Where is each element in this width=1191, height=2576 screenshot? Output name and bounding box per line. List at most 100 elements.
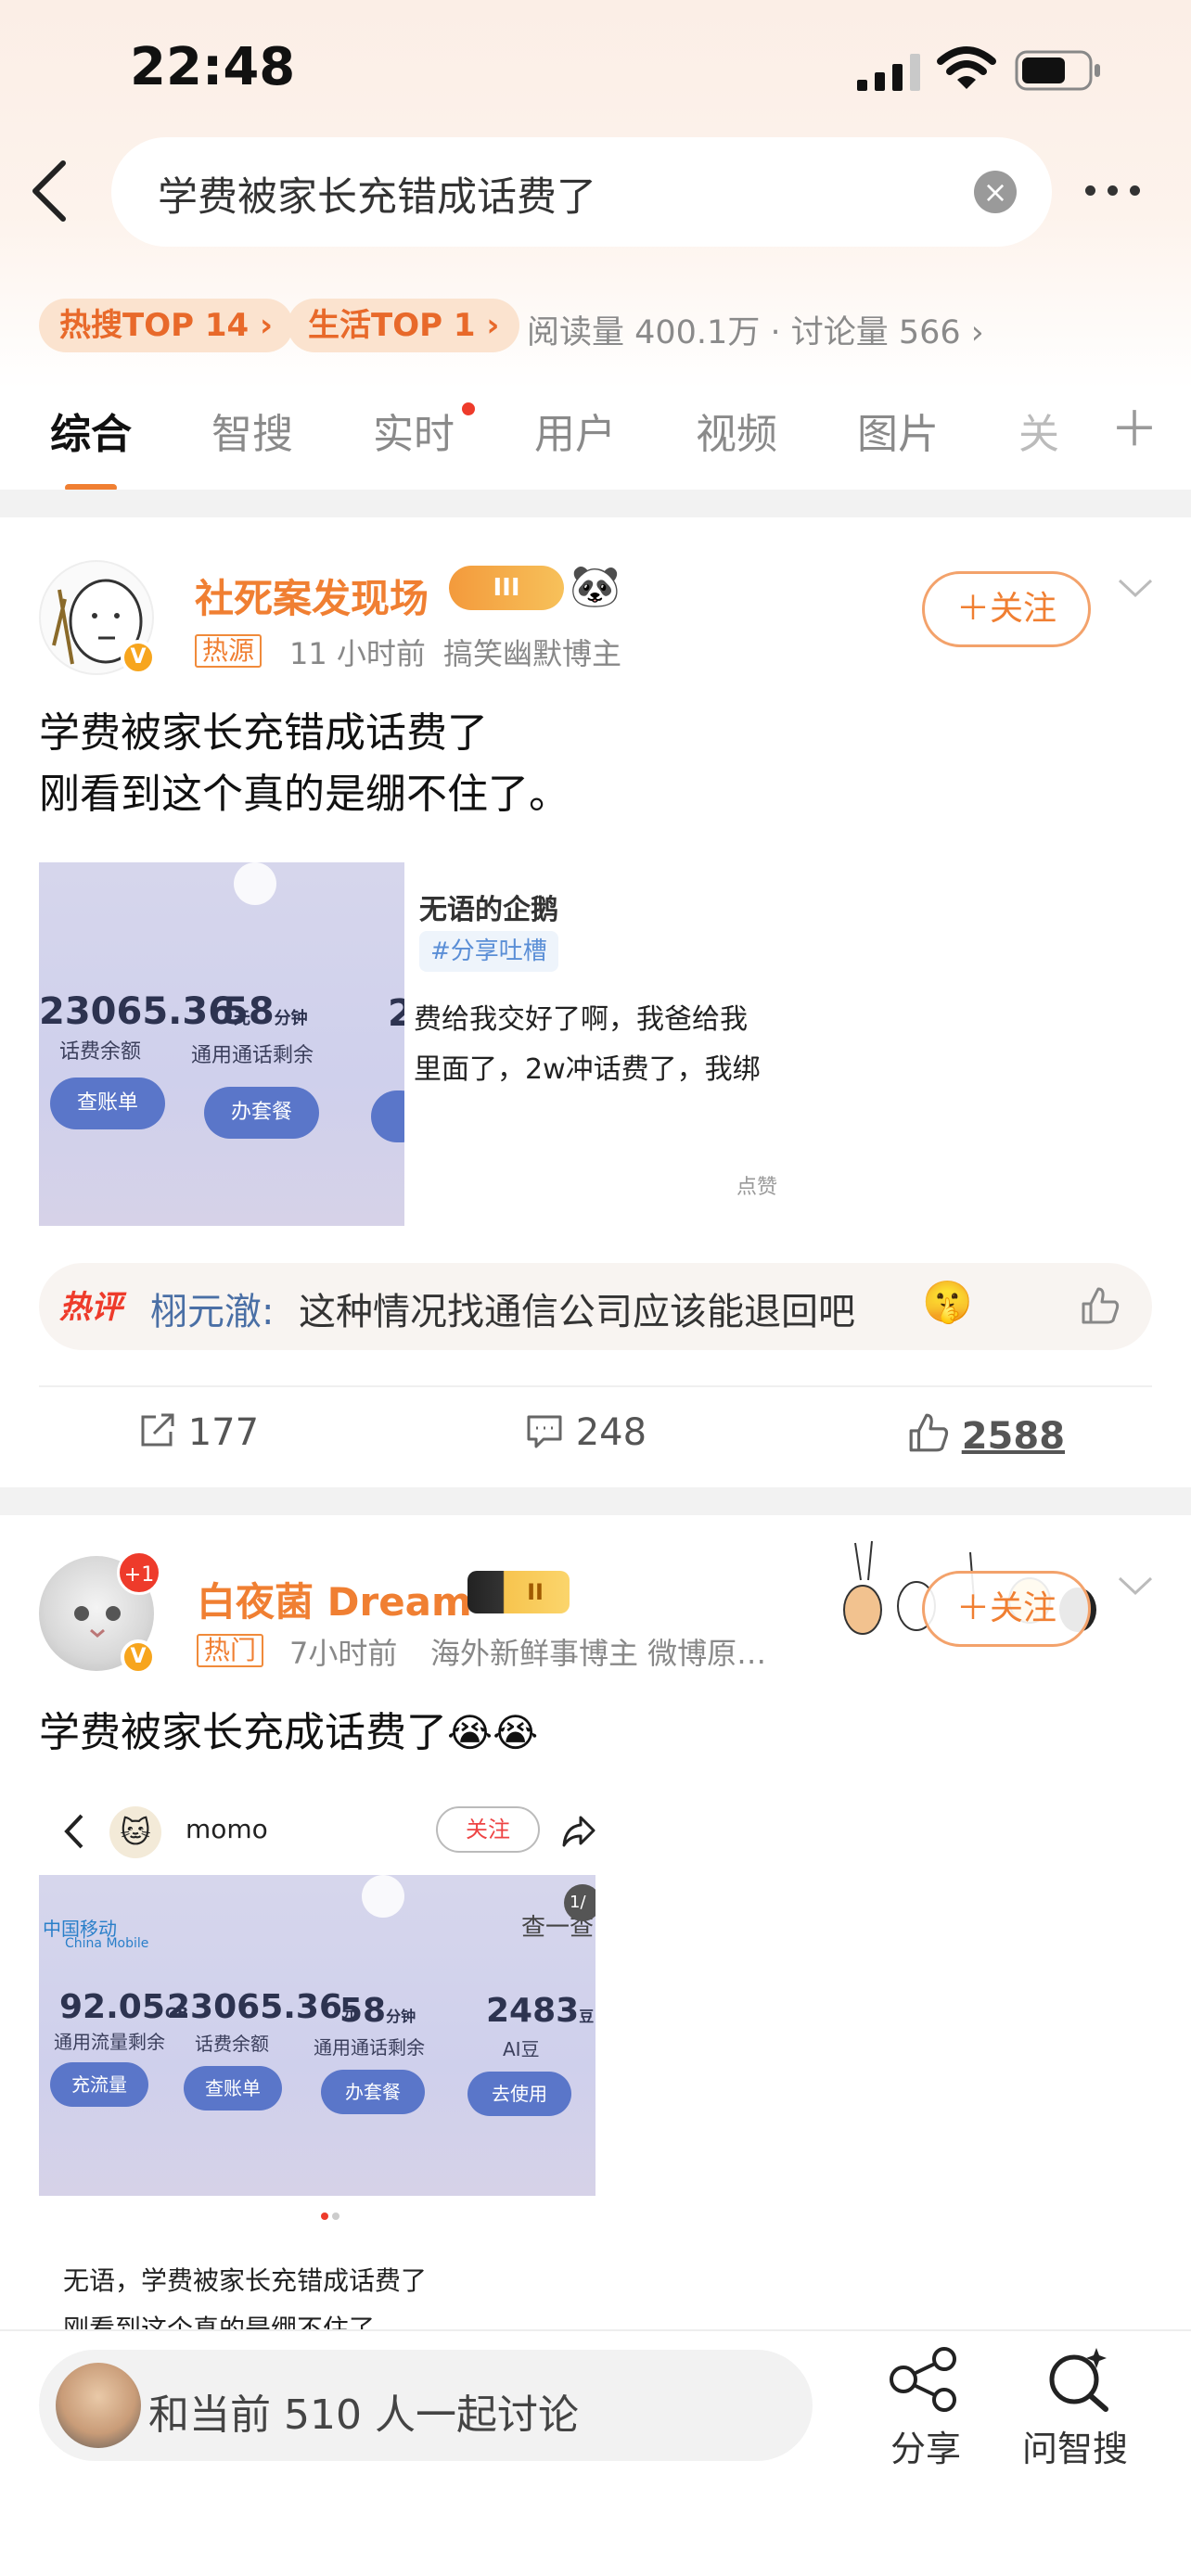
search-query[interactable]: 学费被家长充错成话费了 [158,165,596,223]
share-icon [141,1413,174,1447]
crown-level-badge-icon: II [467,1571,570,1613]
ask-label[interactable]: 问智搜 [1022,2420,1128,2471]
hot-comment-text: 这种情况找通信公司应该能退回吧 [299,1291,855,1333]
light-glare [234,862,276,905]
embedded-user-name: momo [186,1814,268,1844]
read-discuss-stats[interactable]: 阅读量 400.1万 · 讨论量 566 › [527,306,984,353]
stats-text: 阅读量 400.1万 · 讨论量 566 [527,314,961,351]
hot-comment-badge: 热评 [59,1289,122,1326]
hot-comment-bar[interactable]: 热评 栩元澈: 这种情况找通信公司应该能退回吧 🤫 [39,1263,1152,1350]
clear-search-icon[interactable]: × [974,171,1017,213]
share-nodes-icon[interactable] [887,2346,965,2413]
img1-minutes-label: 通用通话剩余 [191,1044,314,1067]
img1-plan-button: 办套餐 [204,1087,319,1139]
verified-badge-icon: V [121,640,156,675]
img1-balance-label: 话费余额 [59,1040,142,1064]
add-tab-icon[interactable]: ＋ [1110,406,1159,454]
smart-search-icon[interactable] [1043,2344,1113,2415]
section-divider [0,490,1191,517]
post2-text: 学费被家长充成话费了😭😭 [39,1709,539,1756]
level-badge-icon: III [449,566,564,610]
img2-btn-use: 去使用 [467,2072,571,2116]
img2-carrier-en: China Mobile [65,1936,149,1951]
discuss-placeholder: 和当前 510 人一起讨论 [148,2391,579,2439]
post1-time: 11 小时前 [289,636,426,671]
img2-btn-bill: 查账单 [184,2066,282,2111]
hot-search-rank-badge[interactable]: 热搜TOP 14 › [39,299,294,352]
tab-realtime[interactable]: 实时 [373,401,455,460]
img1-balance: 23065.36元 [39,990,251,1033]
status-time: 22:48 [130,37,296,97]
wifi-icon [937,46,996,89]
img2-minutes-label: 通用通话剩余 [314,2036,425,2059]
post2-time: 7小时前 [289,1636,398,1671]
post2-author[interactable]: 白夜菌 Dream [197,1571,472,1627]
life-rank-label: 生活TOP 1 [308,307,476,344]
post1-image[interactable]: 23065.36元 话费余额 58分钟 通用通话剩余 2 查账单 办套餐 [39,862,404,1226]
panda-icon: 🐼 [570,563,621,610]
section-divider-2 [0,1487,1191,1515]
embedded-follow-label: 关注 [436,1806,540,1853]
img2-beans-label: AI豆 [503,2038,540,2060]
post1-text-line1: 学费被家长充错成话费了 [39,709,488,757]
battery-icon [1015,50,1100,91]
post2-hot-tag: 热门 [197,1634,264,1667]
img2-balance: 23065.36元 [167,1988,358,2026]
post1-share-action[interactable]: 177 [137,1411,259,1454]
img1-partial: 2 [388,992,404,1035]
quote-user: 无语的企鹅 [419,894,558,926]
embedded-share-icon [562,1816,596,1847]
post2-image[interactable]: 中国移动 China Mobile 查一查 1/ 92.05GB 通用流量剩余 … [39,1875,596,2196]
quote-line2: 里面了，2w冲话费了，我绑 [414,1053,761,1086]
img2-minutes: 58分钟 [339,1992,416,2030]
like-icon [909,1413,949,1452]
discuss-input[interactable]: 和当前 510 人一起讨论 [39,2350,813,2461]
img2-btn-plan: 办套餐 [321,2070,425,2114]
post1-author[interactable]: 社死案发现场 [195,567,429,624]
weibo-search-page: 22:48 学费被家长充错成话费了 × 热搜TOP 14 › 生活TOP 1 ›… [0,0,1191,2576]
search-box[interactable]: 学费被家长充错成话费了 × [111,137,1052,247]
tab-videos[interactable]: 视频 [696,401,777,460]
post1-level: III [493,574,520,602]
life-rank-badge[interactable]: 生活TOP 1 › [288,299,520,352]
img2-balance-label: 话费余额 [195,2033,269,2055]
post1-chevron-down-icon[interactable] [1117,577,1154,601]
hot-comment-like-icon[interactable] [1080,1285,1121,1326]
carousel-dot [332,2213,339,2220]
notification-badge: +1 [117,1550,161,1595]
laughing-crying-emoji-icon: 😭😭 [447,1710,539,1755]
tab-users[interactable]: 用户 [534,401,616,460]
quote-line1: 费给我交好了啊，我爸给我 [414,1003,748,1036]
post2-verified-badge-icon: V [121,1639,156,1675]
post1-like-action[interactable]: 2588 [907,1411,1065,1458]
tab-images[interactable]: 图片 [857,401,939,460]
signal-icon [857,54,920,91]
post2-follow-button[interactable]: ＋关注 [922,1571,1091,1647]
post2-level: II [527,1579,544,1605]
post1-comment-action[interactable]: 248 [525,1411,647,1454]
post1-author-desc: 搞笑幽默博主 [443,636,622,671]
embedded-user-avatar: 🐱 [109,1806,161,1858]
img2-beans: 2483豆 [486,1992,595,2030]
hot-comment-user[interactable]: 栩元澈: [150,1282,274,1335]
filter-tabs: 综合 智搜 实时 用户 视频 图片 关 [0,401,1191,491]
img2-btn-data: 充流量 [50,2062,148,2107]
post1-source-tag: 热源 [195,634,263,668]
quote-likes-label: 点赞 [736,1176,778,1199]
post1-follow-button[interactable]: ＋关注 [922,571,1091,647]
share-label[interactable]: 分享 [890,2420,961,2471]
my-avatar [56,2363,141,2448]
post1-share-count: 177 [187,1411,260,1454]
tab-smart-search[interactable]: 智搜 [211,401,293,460]
more-options-icon[interactable] [1085,182,1152,204]
post1-comment-count: 248 [575,1411,647,1454]
hot-rank-label: 热搜TOP 14 [59,307,250,344]
back-arrow-icon[interactable] [26,158,74,224]
post2-chevron-down-icon[interactable] [1117,1575,1154,1599]
post1-like-count: 2588 [961,1415,1066,1458]
tab-comprehensive[interactable]: 综合 [50,401,132,491]
tab-more-partial[interactable]: 关 [1018,401,1059,460]
quote-topic: #分享吐槽 [419,931,558,972]
comment-icon [527,1415,562,1448]
carousel-dot-active [321,2213,328,2220]
